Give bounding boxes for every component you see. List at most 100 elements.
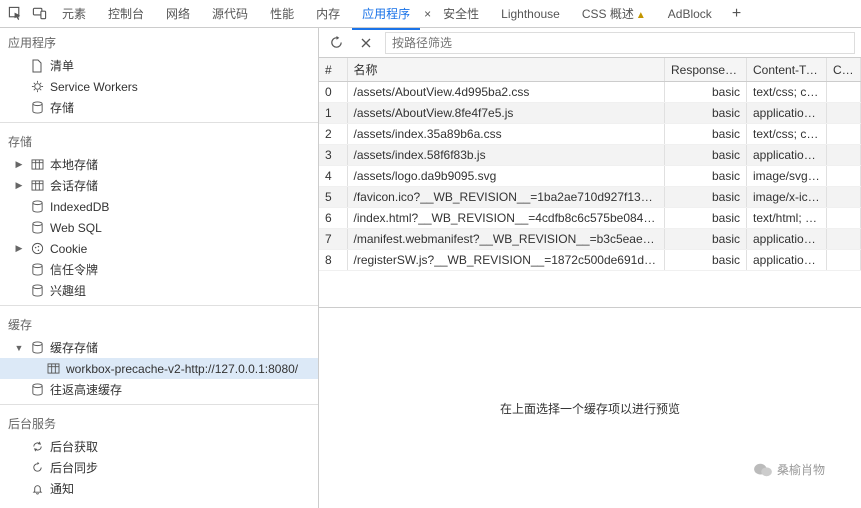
cell-content-length <box>827 187 861 208</box>
col-content-type[interactable]: Content-Ty… <box>747 58 827 82</box>
delete-button[interactable] <box>355 32 377 54</box>
label: 后台获取 <box>50 438 98 455</box>
caret-down-icon: ▼ <box>14 343 24 353</box>
caret-icon: ▶ <box>14 243 24 254</box>
cell-response-type: basic <box>665 124 747 145</box>
cache-toolbar <box>319 28 861 58</box>
tab-elements[interactable]: 元素 <box>52 1 96 26</box>
tab-sources[interactable]: 源代码 <box>202 1 258 26</box>
filter-input[interactable] <box>385 32 855 54</box>
sidebar-item-bg-sync[interactable]: 后台同步 <box>0 457 318 478</box>
cell-index: 7 <box>319 229 347 250</box>
sidebar-item-cookies[interactable]: ▶Cookie <box>0 238 318 259</box>
sidebar-item-local-storage[interactable]: ▶ 本地存储 <box>0 154 318 175</box>
tab-network[interactable]: 网络 <box>156 1 200 26</box>
refresh-button[interactable] <box>325 32 347 54</box>
cell-index: 6 <box>319 208 347 229</box>
col-content-length[interactable]: Cont <box>827 58 861 82</box>
database-icon <box>30 341 44 355</box>
device-icon[interactable] <box>28 3 50 25</box>
sidebar-item-websql[interactable]: Web SQL <box>0 217 318 238</box>
database-icon <box>30 221 44 235</box>
sidebar-item-trust-tokens[interactable]: 信任令牌 <box>0 259 318 280</box>
sidebar-item-bg-fetch[interactable]: 后台获取 <box>0 436 318 457</box>
cell-index: 2 <box>319 124 347 145</box>
close-icon[interactable]: × <box>424 7 431 21</box>
tab-css-overview[interactable]: CSS 概述▲ <box>572 1 656 26</box>
warning-icon: ▲ <box>636 10 646 21</box>
tab-adblock[interactable]: AdBlock <box>658 3 722 25</box>
label: Service Workers <box>50 80 138 94</box>
sidebar-item-indexeddb[interactable]: IndexedDB <box>0 196 318 217</box>
label: 存储 <box>50 99 74 116</box>
cache-preview-pane: 在上面选择一个缓存项以进行预览 桑榆肖物 <box>319 308 861 508</box>
tab-memory[interactable]: 内存 <box>306 1 350 26</box>
cell-name: /favicon.ico?__WB_REVISION__=1ba2ae710d9… <box>347 187 665 208</box>
table-row[interactable]: 2/assets/index.35a89b6a.cssbasictext/css… <box>319 124 861 145</box>
table-row[interactable]: 6/index.html?__WB_REVISION__=4cdfb8c6c57… <box>319 208 861 229</box>
cell-name: /assets/AboutView.8fe4f7e5.js <box>347 103 665 124</box>
cell-index: 3 <box>319 145 347 166</box>
cell-content-type: text/html; c… <box>747 208 827 229</box>
cell-response-type: basic <box>665 145 747 166</box>
refresh-icon <box>30 461 44 475</box>
cell-content-length <box>827 229 861 250</box>
cache-entries-table: # 名称 Response-T… Content-Ty… Cont 0/asse… <box>319 58 861 271</box>
bell-icon <box>30 482 44 496</box>
cell-response-type: basic <box>665 103 747 124</box>
cell-index: 1 <box>319 103 347 124</box>
label: 缓存存储 <box>50 339 98 356</box>
label: 本地存储 <box>50 156 98 173</box>
label: 通知 <box>50 480 74 497</box>
tab-lighthouse[interactable]: Lighthouse <box>491 3 570 25</box>
sidebar-item-interest-groups[interactable]: 兴趣组 <box>0 280 318 301</box>
cell-content-length <box>827 208 861 229</box>
table-row[interactable]: 0/assets/AboutView.4d995ba2.cssbasictext… <box>319 82 861 103</box>
table-row[interactable]: 4/assets/logo.da9b9095.svgbasicimage/svg… <box>319 166 861 187</box>
cell-content-type: text/css; ch… <box>747 82 827 103</box>
sidebar-item-cache-storage[interactable]: ▼ 缓存存储 <box>0 337 318 358</box>
table-row[interactable]: 7/manifest.webmanifest?__WB_REVISION__=b… <box>319 229 861 250</box>
add-tab-button[interactable]: + <box>724 5 749 23</box>
cell-index: 5 <box>319 187 347 208</box>
caret-icon: ▶ <box>14 159 24 170</box>
cell-name: /index.html?__WB_REVISION__=4cdfb8c6c575… <box>347 208 665 229</box>
sidebar-item-storage[interactable]: 存储 <box>0 97 318 118</box>
tab-console[interactable]: 控制台 <box>98 1 154 26</box>
tab-security[interactable]: 安全性 <box>433 1 489 26</box>
document-icon <box>30 59 44 73</box>
tab-application[interactable]: 应用程序 <box>352 1 420 26</box>
table-row[interactable]: 5/favicon.ico?__WB_REVISION__=1ba2ae710d… <box>319 187 861 208</box>
cell-name: /assets/index.58f6f83b.js <box>347 145 665 166</box>
cache-content-pane: # 名称 Response-T… Content-Ty… Cont 0/asse… <box>319 28 861 508</box>
label: 清单 <box>50 57 74 74</box>
cell-name: /assets/index.35a89b6a.css <box>347 124 665 145</box>
sidebar-item-notifications[interactable]: 通知 <box>0 478 318 499</box>
cell-content-length <box>827 166 861 187</box>
cell-response-type: basic <box>665 208 747 229</box>
cell-content-length <box>827 145 861 166</box>
cell-name: /manifest.webmanifest?__WB_REVISION__=b3… <box>347 229 665 250</box>
label: 会话存储 <box>50 177 98 194</box>
col-response-type[interactable]: Response-T… <box>665 58 747 82</box>
tab-performance[interactable]: 性能 <box>260 1 304 26</box>
section-application: 应用程序 <box>0 28 318 55</box>
wechat-icon <box>753 462 773 478</box>
section-background: 后台服务 <box>0 409 318 436</box>
sidebar-item-session-storage[interactable]: ▶会话存储 <box>0 175 318 196</box>
inspect-icon[interactable] <box>4 3 26 25</box>
cell-content-type: application… <box>747 145 827 166</box>
table-row[interactable]: 3/assets/index.58f6f83b.jsbasicapplicati… <box>319 145 861 166</box>
table-row[interactable]: 8/registerSW.js?__WB_REVISION__=1872c500… <box>319 250 861 271</box>
sidebar-item-manifest[interactable]: 清单 <box>0 55 318 76</box>
section-storage: 存储 <box>0 127 318 154</box>
col-name[interactable]: 名称 <box>347 58 665 82</box>
table-row[interactable]: 1/assets/AboutView.8fe4f7e5.jsbasicappli… <box>319 103 861 124</box>
cell-response-type: basic <box>665 187 747 208</box>
sidebar-item-cache-entry[interactable]: workbox-precache-v2-http://127.0.0.1:808… <box>0 358 318 379</box>
sidebar-item-bf-cache[interactable]: 往返高速缓存 <box>0 379 318 400</box>
cell-content-length <box>827 250 861 271</box>
cookie-icon <box>30 242 44 256</box>
col-index[interactable]: # <box>319 58 347 82</box>
sidebar-item-service-workers[interactable]: Service Workers <box>0 76 318 97</box>
